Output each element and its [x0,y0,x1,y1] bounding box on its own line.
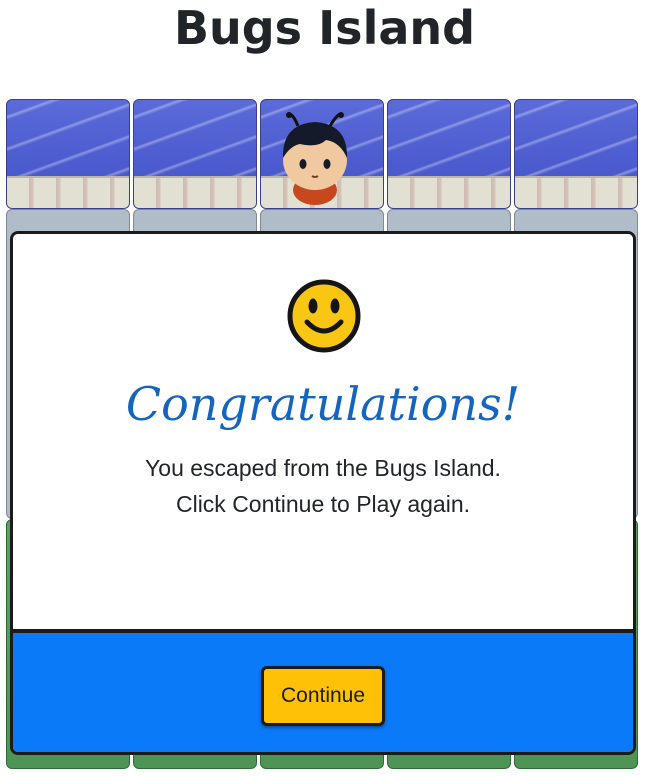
player-character-icon [282,112,348,205]
water-tile [133,99,257,209]
water-tile [387,99,511,209]
escape-message: You escaped from the Bugs Island. [145,455,501,481]
continue-button[interactable]: Continue [261,666,385,726]
game-page: Bugs Island Congratulations! You escaped… [0,0,649,776]
water-tile [6,99,130,209]
smiley-face-icon [287,279,361,353]
congratulations-heading: Congratulations! [125,377,521,431]
play-again-message: Click Continue to Play again. [175,491,471,517]
modal-body: Congratulations! You escaped from the Bu… [13,234,633,629]
page-title: Bugs Island [173,1,476,55]
water-tile [514,99,638,209]
modal-footer: Continue [13,629,633,752]
win-modal: Congratulations! You escaped from the Bu… [10,231,636,755]
